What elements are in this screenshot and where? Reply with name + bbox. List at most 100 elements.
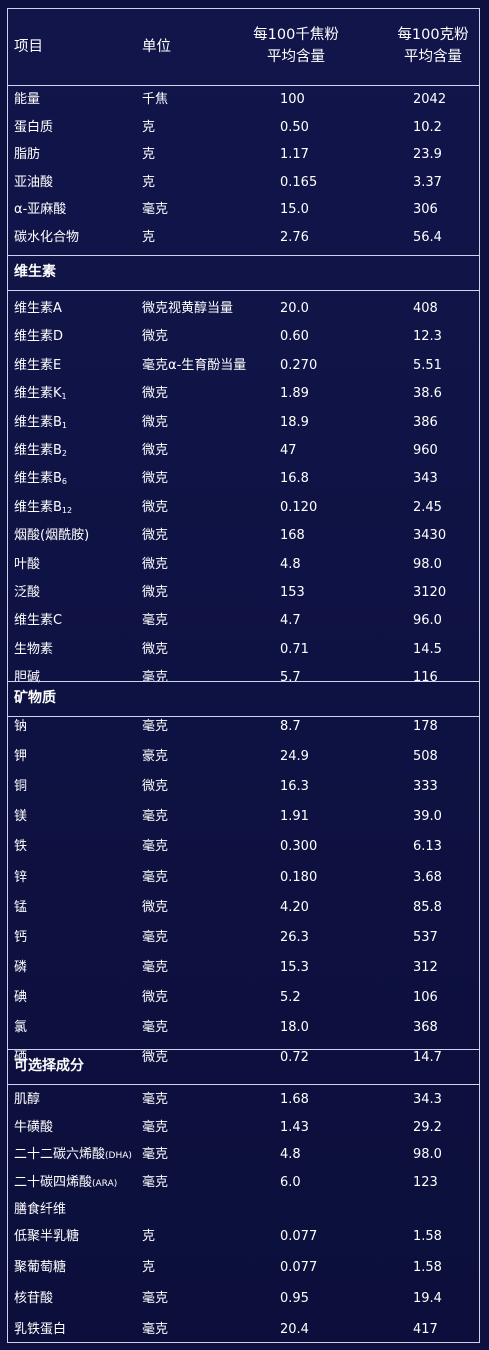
table-row: 锰 微克 4.20 85.8 bbox=[8, 895, 479, 921]
row-unit: 微克 bbox=[142, 779, 169, 795]
row-name: 能量 bbox=[14, 92, 41, 107]
row-per-100g: 96.0 bbox=[413, 613, 442, 629]
table-row: 维生素E 毫克α-生育酚当量 0.270 5.51 bbox=[8, 353, 479, 379]
row-per-100g: 960 bbox=[413, 443, 438, 458]
row-name: 维生素B12 bbox=[14, 499, 73, 515]
table-row: 镁 毫克 1.91 39.0 bbox=[8, 804, 479, 830]
row-per-100kj: 15.3 bbox=[280, 959, 309, 975]
row-per-100kj: 6.0 bbox=[280, 1174, 301, 1190]
row-name: 低聚半乳糖 bbox=[14, 1229, 80, 1244]
row-per-100g: 417 bbox=[413, 1322, 438, 1337]
row-per-100g: 98.0 bbox=[413, 556, 442, 572]
row-unit: 微克 bbox=[142, 989, 169, 1005]
header-item: 项目 bbox=[14, 39, 43, 55]
row-per-100kj: 4.7 bbox=[280, 613, 301, 629]
row-name: 铁 bbox=[14, 839, 28, 855]
row-per-100g: 3120 bbox=[413, 585, 447, 600]
table-header: 项目 单位 每100千焦粉 平均含量 每100克粉 平均含量 bbox=[8, 9, 479, 86]
row-name-subscript: 2 bbox=[61, 449, 68, 458]
row-per-100kj: 8.7 bbox=[280, 719, 301, 734]
header-per-100g-line1: 每100克粉 bbox=[397, 27, 469, 43]
row-unit: 毫克 bbox=[142, 1020, 169, 1035]
row-per-100g: 2042 bbox=[413, 92, 447, 107]
row-name: 维生素D bbox=[14, 329, 64, 345]
row-per-100kj: 0.95 bbox=[280, 1291, 309, 1306]
row-name: 脂肪 bbox=[14, 147, 41, 162]
row-name: 钾 bbox=[14, 749, 28, 765]
row-unit: 微克视黄醇当量 bbox=[142, 301, 234, 316]
row-name: 氯 bbox=[14, 1020, 28, 1035]
row-per-100g: 3.37 bbox=[413, 174, 442, 190]
row-name: 生物素 bbox=[14, 641, 54, 657]
section-vitamins-title: 维生素 bbox=[14, 264, 56, 280]
row-per-100g: 1.58 bbox=[413, 1260, 442, 1275]
row-unit: 毫克 bbox=[142, 1119, 169, 1135]
row-unit: 毫克 bbox=[142, 1092, 169, 1107]
section-optional: 可选择成分 bbox=[8, 1049, 479, 1085]
header-per-100kj-line1: 每100千焦粉 bbox=[253, 27, 339, 43]
row-per-100kj: 18.9 bbox=[280, 414, 309, 430]
row-name: α-亚麻酸 bbox=[14, 202, 67, 217]
table-row: 铜 微克 16.3 333 bbox=[8, 774, 479, 800]
row-unit: 克 bbox=[142, 229, 156, 245]
row-unit: 微克 bbox=[142, 386, 169, 402]
row-per-100g: 5.51 bbox=[413, 357, 442, 373]
row-name-abbrev: (ARA) bbox=[92, 1178, 118, 1189]
table-row: 肌醇 毫克 1.68 34.3 bbox=[8, 1087, 479, 1113]
row-unit: 微克 bbox=[142, 556, 169, 572]
row-unit: 克 bbox=[142, 119, 156, 135]
row-name: 碳水化合物 bbox=[14, 229, 80, 245]
header-per-100kj: 每100千焦粉 平均含量 bbox=[246, 24, 346, 68]
header-unit: 单位 bbox=[142, 39, 171, 55]
row-per-100g: 312 bbox=[413, 959, 438, 975]
row-unit: 毫克 bbox=[142, 1322, 169, 1337]
row-name: 蛋白质 bbox=[14, 119, 54, 135]
row-per-100g: 10.2 bbox=[413, 119, 442, 135]
header-per-100g: 每100克粉 平均含量 bbox=[388, 24, 478, 68]
row-per-100kj: 2.76 bbox=[280, 229, 309, 245]
table-row: 磷 毫克 15.3 312 bbox=[8, 955, 479, 981]
table-row: 二十二碳六烯酸(DHA) 毫克 4.8 98.0 bbox=[8, 1142, 479, 1168]
table-row: 维生素B6 微克 16.8 343 bbox=[8, 466, 479, 492]
row-per-100g: 123 bbox=[413, 1174, 438, 1190]
row-per-100kj: 0.270 bbox=[280, 357, 318, 373]
row-name: 碘 bbox=[14, 989, 28, 1005]
nutrition-table-panel: 项目 单位 每100千焦粉 平均含量 每100克粉 平均含量 能量 千焦 100 20… bbox=[7, 8, 480, 1343]
row-per-100kj: 0.077 bbox=[280, 1260, 318, 1275]
row-per-100g: 85.8 bbox=[413, 899, 442, 915]
row-name: 烟酸(烟酰胺) bbox=[14, 528, 90, 544]
row-name: 铜 bbox=[14, 779, 28, 795]
table-row: 维生素C 毫克 4.7 96.0 bbox=[8, 608, 479, 634]
row-per-100kj: 0.180 bbox=[280, 869, 318, 885]
row-unit: 克 bbox=[142, 147, 156, 162]
row-per-100kj: 5.2 bbox=[280, 989, 301, 1005]
row-unit: 毫克 bbox=[142, 1291, 169, 1306]
row-unit: 毫克 bbox=[142, 959, 169, 975]
row-per-100kj: 18.0 bbox=[280, 1020, 309, 1035]
row-per-100g: 106 bbox=[413, 989, 438, 1005]
row-per-100kj: 1.17 bbox=[280, 147, 309, 162]
table-row: 能量 千焦 100 2042 bbox=[8, 87, 479, 113]
row-per-100g: 29.2 bbox=[413, 1119, 442, 1135]
header-per-100g-line2: 平均含量 bbox=[404, 49, 462, 65]
table-row: 钾 豪克 24.9 508 bbox=[8, 744, 479, 770]
row-per-100g: 408 bbox=[413, 301, 438, 316]
row-per-100g: 508 bbox=[413, 749, 438, 765]
header-per-100kj-line2: 平均含量 bbox=[267, 49, 325, 65]
row-name-subscript: 6 bbox=[61, 477, 68, 487]
row-unit: 千焦 bbox=[142, 92, 169, 107]
table-row: 烟酸(烟酰胺) 微克 168 3430 bbox=[8, 523, 479, 549]
table-row: 牛磺酸 毫克 1.43 29.2 bbox=[8, 1115, 479, 1141]
row-name: 维生素A bbox=[14, 301, 62, 316]
table-row: 生物素 微克 0.71 14.5 bbox=[8, 637, 479, 663]
table-row: 叶酸 微克 4.8 98.0 bbox=[8, 552, 479, 578]
table-row: 维生素K1 微克 1.89 38.6 bbox=[8, 381, 479, 407]
nutrition-table: 项目 单位 每100千焦粉 平均含量 每100克粉 平均含量 能量 千焦 100 20… bbox=[8, 9, 479, 1342]
table-row: 碘 微克 5.2 106 bbox=[8, 985, 479, 1011]
row-per-100kj: 153 bbox=[280, 585, 305, 600]
row-per-100g: 343 bbox=[413, 471, 438, 487]
row-per-100kj: 1.91 bbox=[280, 809, 309, 825]
row-name: 钠 bbox=[14, 719, 28, 734]
row-per-100kj: 24.9 bbox=[280, 749, 309, 765]
row-per-100g: 2.45 bbox=[413, 499, 442, 515]
